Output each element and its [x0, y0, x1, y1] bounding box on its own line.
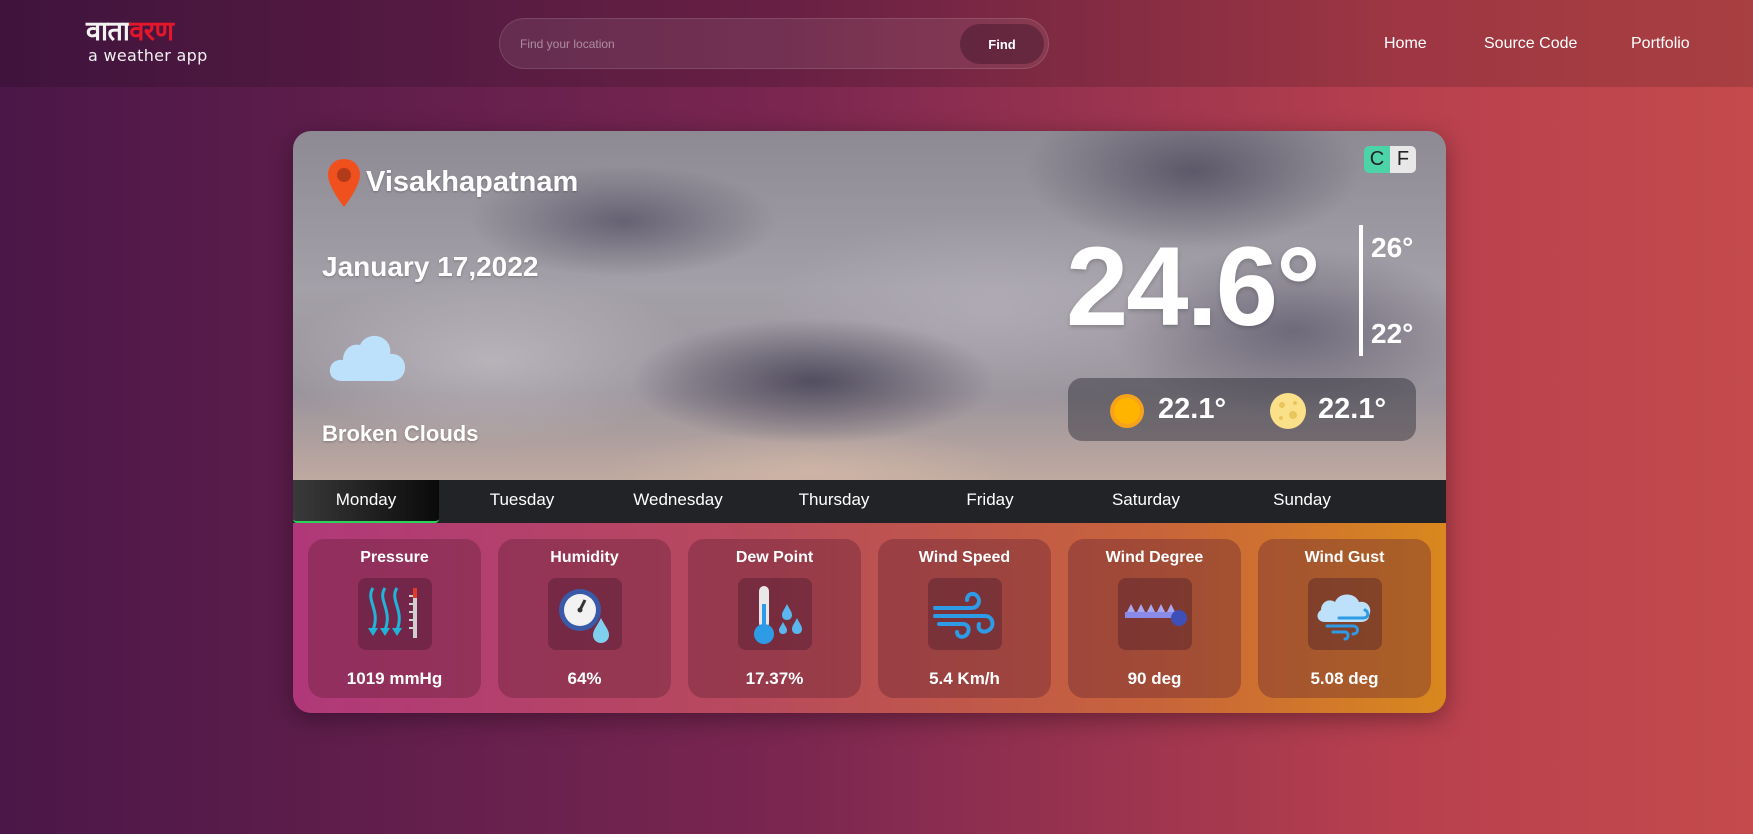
metric-title: Pressure: [360, 549, 429, 566]
metric-value: 5.08 deg: [1310, 669, 1379, 688]
weather-details: Pressure 1019 mmHg Humidity 64% Dew Poin…: [293, 523, 1446, 713]
city-name: Visakhapatnam: [366, 166, 579, 198]
weather-hero: Visakhapatnam January 17,2022 Broken Clo…: [293, 131, 1446, 480]
location-search-input[interactable]: [520, 31, 940, 57]
nav-home-link[interactable]: Home: [1384, 35, 1427, 53]
nav-portfolio-link[interactable]: Portfolio: [1631, 35, 1690, 53]
app-header: वातावरण a weather app Find Home Source C…: [0, 0, 1753, 87]
metric-value: 64%: [567, 669, 602, 688]
temperature-divider: [1359, 225, 1363, 356]
metric-title: Wind Degree: [1105, 549, 1204, 566]
metric-value: 1019 mmHg: [346, 669, 443, 688]
find-button[interactable]: Find: [960, 24, 1044, 64]
metric-title: Wind Gust: [1304, 549, 1385, 566]
search-bar: Find: [499, 18, 1049, 69]
location-pin-icon: [327, 158, 361, 213]
pressure-icon: [367, 587, 417, 638]
humidity-icon: [558, 589, 609, 643]
wind-speed-tile: Wind Speed 5.4 Km/h: [878, 539, 1051, 698]
tab-wednesday[interactable]: Wednesday: [605, 480, 751, 523]
wind-gust-icon: [1317, 594, 1370, 641]
wind-gust-tile: Wind Gust 5.08 deg: [1258, 539, 1431, 698]
wind-speed-icon: [932, 591, 994, 639]
tab-thursday[interactable]: Thursday: [761, 480, 907, 523]
pressure-tile: Pressure 1019 mmHg: [308, 539, 481, 698]
logo-tagline: a weather app: [88, 46, 208, 65]
cloud-icon: [328, 331, 408, 388]
tab-sunday[interactable]: Sunday: [1229, 480, 1375, 523]
tab-saturday[interactable]: Saturday: [1073, 480, 1219, 523]
fahrenheit-button[interactable]: F: [1390, 146, 1416, 173]
weather-condition: Broken Clouds: [322, 421, 479, 446]
metric-title: Dew Point: [735, 549, 814, 566]
dew-point-icon: [753, 586, 802, 644]
day-tabs: Monday Tuesday Wednesday Thursday Friday…: [293, 480, 1446, 523]
night-temperature: 22.1°: [1318, 393, 1387, 425]
max-temperature: 26°: [1371, 232, 1414, 263]
logo-wordmark: वातावरण: [86, 16, 174, 47]
tab-monday[interactable]: Monday: [293, 480, 439, 523]
dew-point-tile: Dew Point 17.37%: [688, 539, 861, 698]
metric-title: Wind Speed: [918, 549, 1011, 566]
wind-degree-tile: Wind Degree 90 deg: [1068, 539, 1241, 698]
tab-friday[interactable]: Friday: [917, 480, 1063, 523]
humidity-tile: Humidity 64%: [498, 539, 671, 698]
min-temperature: 22°: [1371, 318, 1414, 349]
weather-card: Visakhapatnam January 17,2022 Broken Clo…: [293, 131, 1446, 713]
unit-toggle: C F: [1364, 146, 1416, 173]
celsius-button[interactable]: C: [1364, 146, 1390, 173]
wind-degree-icon: [1124, 604, 1187, 626]
metric-value: 5.4 Km/h: [929, 669, 1000, 688]
tab-tuesday[interactable]: Tuesday: [449, 480, 595, 523]
current-date: January 17,2022: [322, 251, 539, 282]
day-night-temperature-panel: 22.1° 22.1°: [1068, 378, 1416, 441]
current-temperature: 24.6°: [1066, 224, 1321, 349]
day-temperature: 22.1°: [1158, 393, 1227, 425]
metric-title: Humidity: [550, 549, 619, 566]
metric-value: 17.37%: [745, 669, 804, 688]
moon-icon: [1268, 391, 1308, 436]
app-logo[interactable]: वातावरण a weather app: [86, 18, 208, 65]
metric-value: 90 deg: [1127, 669, 1182, 688]
nav-source-code-link[interactable]: Source Code: [1484, 35, 1577, 53]
sun-icon: [1108, 392, 1146, 435]
